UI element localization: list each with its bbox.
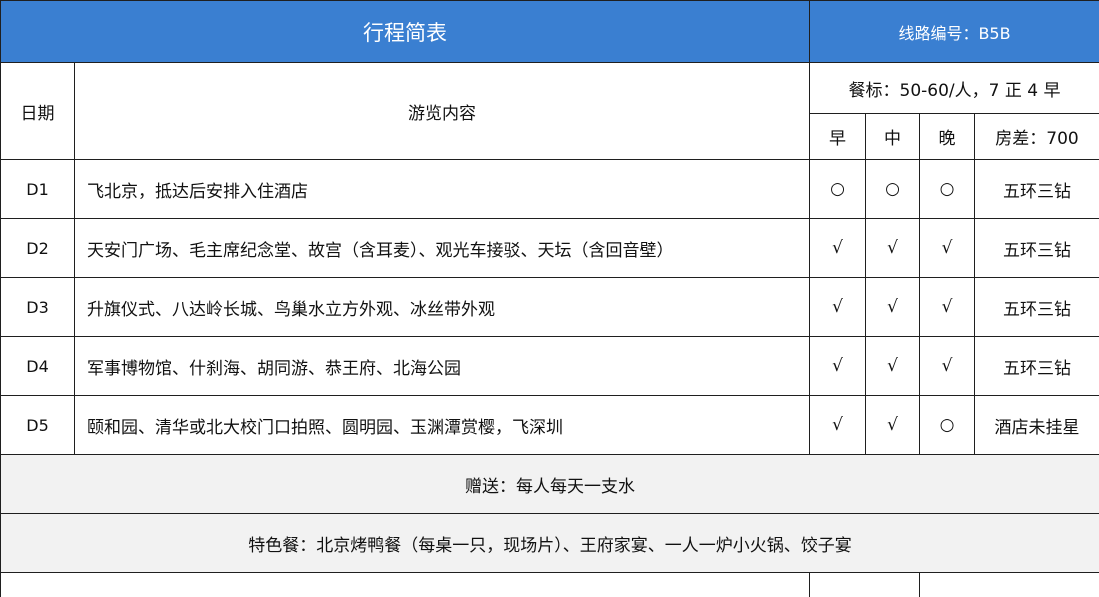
- lunch-mark: ○: [866, 160, 920, 219]
- day-content: 军事博物馆、什刹海、胡同游、恭王府、北海公园: [75, 337, 810, 396]
- day-content: 升旗仪式、八达岭长城、鸟巢水立方外观、冰丝带外观: [75, 278, 810, 337]
- dinner-mark: ○: [920, 396, 975, 455]
- day-content: 颐和园、清华或北大校门口拍照、圆明园、玉渊潭赏樱，飞深圳: [75, 396, 810, 455]
- dinner-mark: √: [920, 278, 975, 337]
- table-row: D4 军事博物馆、什刹海、胡同游、恭王府、北海公园 √ √ √ 五环三钻: [1, 337, 1099, 396]
- room-diff-header: 房差：700: [975, 114, 1099, 160]
- lunch-column-header: 中: [866, 114, 920, 160]
- breakfast-mark: √: [810, 219, 866, 278]
- column-header-row: 日期 游览内容 餐标：50-60/人，7 正 4 早: [1, 63, 1099, 114]
- hotel-rating: 五环三钻: [975, 160, 1099, 219]
- lunch-mark: √: [866, 278, 920, 337]
- day-label: D1: [1, 160, 75, 219]
- breakfast-mark: √: [810, 337, 866, 396]
- meal-standard: 餐标：50-60/人，7 正 4 早: [810, 63, 1099, 114]
- itinerary-title: 行程简表: [1, 1, 810, 63]
- hotel-rating: 酒店未挂星: [975, 396, 1099, 455]
- hotel-rating: 五环三钻: [975, 337, 1099, 396]
- lunch-mark: √: [866, 337, 920, 396]
- table-row: D3 升旗仪式、八达岭长城、鸟巢水立方外观、冰丝带外观 √ √ √ 五环三钻: [1, 278, 1099, 337]
- table-row: D5 颐和园、清华或北大校门口拍照、圆明园、玉渊潭赏樱，飞深圳 √ √ ○ 酒店…: [1, 396, 1099, 455]
- special-meals-note: 特色餐：北京烤鸭餐（每桌一只，现场片）、王府家宴、一人一炉小火锅、饺子宴: [1, 514, 1099, 573]
- dinner-mark: √: [920, 219, 975, 278]
- hotel-rating: 五环三钻: [975, 278, 1099, 337]
- date-column-header: 日期: [1, 63, 75, 160]
- breakfast-mark: √: [810, 278, 866, 337]
- breakfast-mark: √: [810, 396, 866, 455]
- content-column-header: 游览内容: [75, 63, 810, 160]
- day-label: D3: [1, 278, 75, 337]
- day-label: D4: [1, 337, 75, 396]
- breakfast-mark: ○: [810, 160, 866, 219]
- table-row: D2 天安门广场、毛主席纪念堂、故宫（含耳麦）、观光车接驳、天坛（含回音壁） √…: [1, 219, 1099, 278]
- special-meals-row: 特色餐：北京烤鸭餐（每桌一只，现场片）、王府家宴、一人一炉小火锅、饺子宴: [1, 514, 1099, 573]
- day-content: 天安门广场、毛主席纪念堂、故宫（含耳麦）、观光车接驳、天坛（含回音壁）: [75, 219, 810, 278]
- gift-note: 赠送：每人每天一支水: [1, 455, 1099, 514]
- gift-row: 赠送：每人每天一支水: [1, 455, 1099, 514]
- dinner-mark: ○: [920, 160, 975, 219]
- lunch-mark: √: [866, 219, 920, 278]
- itinerary-table: 行程简表 线路编号：B5B 日期 游览内容 餐标：50-60/人，7 正 4 早…: [0, 0, 1099, 597]
- lunch-mark: √: [866, 396, 920, 455]
- breakfast-column-header: 早: [810, 114, 866, 160]
- route-code: 线路编号：B5B: [810, 1, 1099, 63]
- dinner-column-header: 晚: [920, 114, 975, 160]
- title-row: 行程简表 线路编号：B5B: [1, 1, 1099, 63]
- day-label: D5: [1, 396, 75, 455]
- dinner-mark: √: [920, 337, 975, 396]
- table-row: D1 飞北京，抵达后安排入住酒店 ○ ○ ○ 五环三钻: [1, 160, 1099, 219]
- day-content: 飞北京，抵达后安排入住酒店: [75, 160, 810, 219]
- day-label: D2: [1, 219, 75, 278]
- hotel-rating: 五环三钻: [975, 219, 1099, 278]
